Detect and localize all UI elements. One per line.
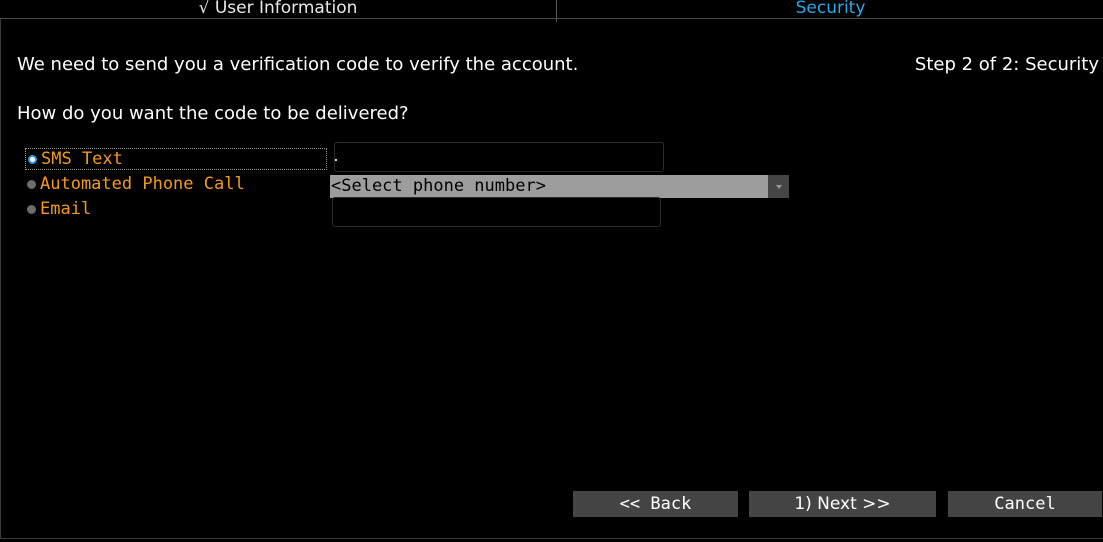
wizard-tab-bar: √ User Information Security (0, 0, 1103, 28)
back-button[interactable]: << Back (573, 491, 738, 517)
next-button[interactable]: 1) Next >> (749, 491, 936, 517)
phone-select-value: <Select phone number> (331, 176, 546, 196)
frame-border-left (0, 19, 1, 539)
sms-number-field[interactable] (334, 142, 664, 172)
cancel-button[interactable]: Cancel (948, 491, 1102, 517)
frame-border-bottom (0, 538, 1103, 539)
radio-unselected-icon[interactable] (27, 179, 36, 189)
step-indicator: Step 2 of 2: Security (914, 54, 1099, 75)
option-label: Email (40, 199, 92, 219)
text-cursor (335, 159, 337, 161)
intro-text: We need to send you a verification code … (17, 54, 579, 75)
option-email[interactable]: Email (27, 198, 91, 220)
tab-divider (0, 18, 1103, 19)
dropdown-arrow-icon[interactable] (768, 175, 789, 198)
phone-number-select[interactable]: <Select phone number> (330, 175, 789, 198)
option-label: Automated Phone Call (40, 174, 245, 194)
radio-selected-icon[interactable] (28, 154, 37, 164)
delivery-question: How do you want the code to be delivered… (17, 103, 409, 124)
option-label: SMS Text (41, 149, 123, 169)
option-sms-text[interactable]: SMS Text (25, 148, 327, 170)
radio-unselected-icon[interactable] (27, 204, 36, 214)
option-automated-phone-call[interactable]: Automated Phone Call (27, 173, 245, 195)
email-field[interactable] (332, 197, 661, 227)
